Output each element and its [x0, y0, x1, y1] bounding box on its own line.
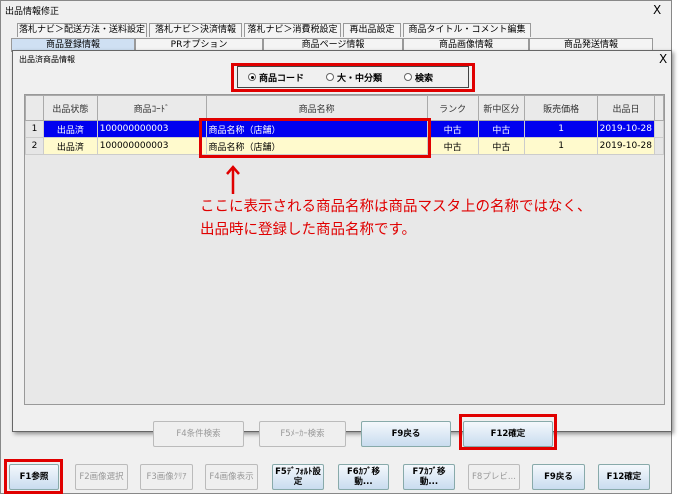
radio-dot-icon: [326, 73, 335, 81]
window-title: 出品情報修正: [5, 7, 60, 17]
radio-dot-icon: [404, 73, 413, 81]
arrow-up-icon: [226, 165, 240, 194]
f7-tab-move-button[interactable]: F7ｶﾌﾞ移動...: [403, 464, 455, 490]
radio-category[interactable]: 大・中分類: [326, 71, 382, 84]
row-number: 2: [25, 137, 44, 155]
cell-spacer: [653, 137, 665, 155]
col-price[interactable]: 販売価格: [524, 95, 598, 121]
annotation-line: ここに表示される商品名称は商品マスタ上の名称ではなく、: [200, 199, 592, 215]
cell-date: 2019-10-28: [596, 120, 655, 138]
tab-relist[interactable]: 再出品設定: [343, 23, 401, 37]
cell-code: 100000000003: [96, 137, 207, 155]
col-code[interactable]: 商品ｺｰﾄﾞ: [96, 95, 207, 121]
highlight-product-name: [199, 118, 431, 158]
f6-tab-move-button[interactable]: F6ｶﾌﾞ移動...: [338, 464, 389, 490]
col-name[interactable]: 商品名称: [205, 95, 428, 121]
f9-back-button[interactable]: F9戻る: [361, 421, 451, 447]
dialog-title: 出品済商品情報: [19, 55, 75, 64]
col-rank[interactable]: ランク: [426, 95, 479, 121]
grid-header: 出品状態 商品ｺｰﾄﾞ 商品名称 ランク 新中区分 販売価格 出品日: [25, 95, 665, 121]
radio-label: 大・中分類: [337, 73, 383, 84]
f4-image-show-button[interactable]: F4画像表示: [205, 464, 258, 490]
f2-image-select-button[interactable]: F2画像選択: [75, 464, 128, 490]
tab-title-comment[interactable]: 商品タイトル・コメント編集: [403, 23, 531, 37]
f3-image-clear-button[interactable]: F3画像ｸﾘｱ: [140, 464, 193, 490]
cell-rank: 中古: [426, 120, 479, 138]
cell-rank: 中古: [426, 137, 479, 155]
radio-dot-icon: [248, 73, 256, 81]
cell-spacer: [653, 120, 665, 138]
radio-label: 検索: [415, 73, 434, 84]
cell-price: 1: [524, 137, 598, 155]
cell-status: 出品済: [42, 137, 98, 155]
cell-kubun: 中古: [477, 137, 526, 155]
cell-kubun: 中古: [477, 120, 526, 138]
cell-date: 2019-10-28: [596, 137, 655, 155]
col-kubun[interactable]: 新中区分: [477, 95, 526, 121]
tab-payment[interactable]: 落札ナビ＞決済情報: [149, 23, 242, 37]
tab-shipping[interactable]: 落札ナビ＞配送方法・送料設定: [17, 23, 147, 37]
radio-search[interactable]: 検索: [404, 71, 433, 84]
f4-condition-search-button[interactable]: F4条件検索: [153, 421, 244, 447]
f5-maker-search-button[interactable]: F5ﾒｰｶｰ検索: [259, 421, 346, 447]
f5-default-setting-button[interactable]: F5ﾃﾞﾌｫﾙﾄ設定: [272, 464, 324, 490]
highlight-f1: [4, 459, 63, 494]
col-status[interactable]: 出品状態: [42, 95, 98, 121]
f9-back-button[interactable]: F9戻る: [532, 464, 585, 490]
search-mode-radio-group: 商品コード 大・中分類 検索: [237, 66, 469, 88]
f12-confirm-button[interactable]: F12確定: [598, 464, 650, 490]
row-number: 1: [25, 120, 44, 138]
col-date[interactable]: 出品日: [596, 95, 655, 121]
radio-product-code[interactable]: 商品コード: [248, 71, 304, 84]
header-spacer: [653, 95, 665, 121]
annotation-note: ここに表示される商品名称は商品マスタ上の名称ではなく、 出品時に登録した商品名称…: [200, 196, 592, 242]
highlight-confirm: [459, 414, 557, 450]
dialog-close-button[interactable]: X: [659, 52, 667, 66]
row-number-header: [25, 95, 44, 121]
tab-tax[interactable]: 落札ナビ＞消費税設定: [244, 23, 341, 37]
cell-price: 1: [524, 120, 598, 138]
cell-status: 出品済: [42, 120, 98, 138]
window-close-button[interactable]: X: [653, 3, 661, 17]
f8-preview-button[interactable]: F8プレビ...: [468, 464, 520, 490]
cell-code: 100000000003: [96, 120, 207, 138]
radio-label: 商品コード: [259, 73, 305, 84]
annotation-line: 出品時に登録した商品名称です。: [200, 222, 417, 238]
